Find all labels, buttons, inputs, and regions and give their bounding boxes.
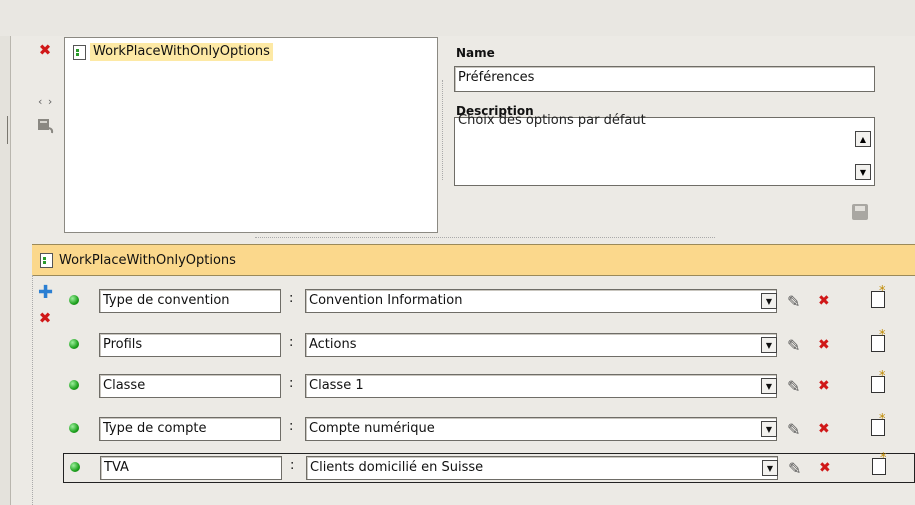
scroll-up-icon[interactable]: ▲ [855, 131, 871, 147]
option-value-select[interactable]: Clients domicilié en Suisse [306, 456, 778, 480]
separator: : [289, 291, 294, 306]
option-row[interactable]: Type de compte : Compte numérique ▼ ✎ ✖ [63, 412, 915, 445]
status-dot-icon [69, 295, 79, 305]
section-header: WorkPlaceWithOnlyOptions [32, 244, 915, 276]
left-splitter[interactable] [0, 36, 11, 505]
option-row[interactable]: Profils : Actions ▼ ✎ ✖ [63, 328, 915, 361]
option-key-field[interactable]: TVA [100, 456, 282, 480]
status-dot-icon [69, 380, 79, 390]
delete-option-icon[interactable]: ✖ [38, 311, 52, 326]
separator: : [289, 376, 294, 391]
dropdown-arrow-icon[interactable]: ▼ [761, 378, 777, 394]
save-icon[interactable] [852, 204, 868, 220]
dropdown-arrow-icon[interactable]: ▼ [761, 293, 777, 309]
delete-icon[interactable]: ✖ [819, 460, 831, 476]
document-icon [73, 44, 86, 60]
new-document-icon[interactable] [871, 412, 886, 436]
option-key-field[interactable]: Type de convention [99, 289, 281, 313]
tree-item[interactable]: WorkPlaceWithOnlyOptions [73, 43, 273, 61]
separator: : [289, 335, 294, 350]
status-dot-icon [69, 423, 79, 433]
delete-icon[interactable]: ✖ [818, 421, 830, 437]
delete-icon[interactable]: ✖ [818, 378, 830, 394]
option-value-select[interactable]: Classe 1 [305, 374, 777, 398]
horizontal-splitter[interactable] [255, 237, 715, 238]
option-row[interactable]: Type de convention : Convention Informat… [63, 284, 915, 317]
new-document-icon[interactable] [871, 369, 886, 393]
new-document-icon[interactable] [871, 328, 886, 352]
section-title: WorkPlaceWithOnlyOptions [59, 252, 236, 268]
vertical-splitter[interactable] [442, 80, 443, 180]
option-key-field[interactable]: Type de compte [99, 417, 281, 441]
name-label: Name [456, 46, 495, 60]
tree-view[interactable]: WorkPlaceWithOnlyOptions [64, 37, 438, 233]
description-field[interactable]: Choix des options par défaut ▲ ▼ [454, 113, 875, 186]
delete-icon[interactable]: ✖ [818, 337, 830, 353]
dropdown-arrow-icon[interactable]: ▼ [761, 337, 777, 353]
top-toolbar [0, 0, 915, 36]
name-field[interactable]: Préférences [454, 66, 875, 92]
option-key-field[interactable]: Classe [99, 374, 281, 398]
pencil-icon[interactable]: ✎ [787, 377, 800, 396]
splitter-handle[interactable] [7, 116, 11, 144]
option-value-select[interactable]: Actions [305, 333, 777, 357]
document-icon [40, 252, 53, 268]
pencil-icon[interactable]: ✎ [787, 420, 800, 439]
status-dot-icon [69, 339, 79, 349]
delete-icon[interactable]: ✖ [818, 293, 830, 309]
separator: : [289, 419, 294, 434]
add-option-icon[interactable]: ✚ [38, 284, 53, 302]
scroll-down-icon[interactable]: ▼ [855, 164, 871, 180]
status-dot-icon [70, 462, 80, 472]
dropdown-arrow-icon[interactable]: ▼ [762, 460, 778, 476]
new-document-icon[interactable] [872, 451, 887, 475]
option-key-field[interactable]: Profils [99, 333, 281, 357]
option-value-select[interactable]: Convention Information [305, 289, 777, 313]
pencil-icon[interactable]: ✎ [787, 292, 800, 311]
delete-tree-item-icon[interactable]: ✖ [38, 43, 52, 58]
option-row[interactable]: Classe : Classe 1 ▼ ✎ ✖ [63, 369, 915, 402]
dropdown-arrow-icon[interactable]: ▼ [761, 421, 777, 437]
pencil-icon[interactable]: ✎ [787, 336, 800, 355]
copy-icon[interactable] [37, 118, 55, 134]
tree-item-label: WorkPlaceWithOnlyOptions [90, 43, 273, 61]
description-text: Choix des options par défaut [458, 113, 646, 128]
new-document-icon[interactable] [871, 284, 886, 308]
pencil-icon[interactable]: ✎ [788, 459, 801, 478]
move-arrows-icon[interactable]: ‹ › [38, 95, 53, 108]
option-value-select[interactable]: Compte numérique [305, 417, 777, 441]
separator: : [290, 458, 295, 473]
option-row-selected[interactable]: TVA : Clients domicilié en Suisse ▼ ✎ ✖ [63, 451, 915, 483]
